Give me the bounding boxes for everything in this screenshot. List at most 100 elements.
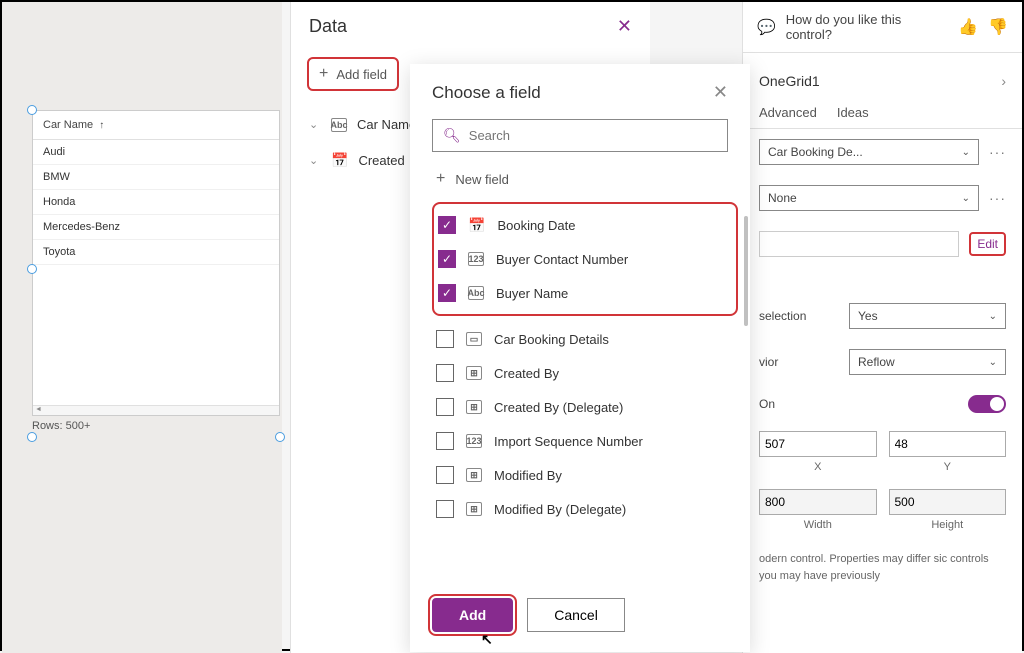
behavior-dropdown[interactable]: Reflow ⌄ (849, 349, 1006, 375)
views-value: None (768, 191, 797, 205)
selection-dropdown[interactable]: Yes ⌄ (849, 303, 1006, 329)
field-option[interactable]: ✓ 123 Buyer Contact Number (434, 242, 736, 276)
checkbox-unchecked[interactable] (436, 330, 454, 348)
width-input[interactable] (759, 489, 877, 515)
checkbox-checked[interactable]: ✓ (438, 250, 456, 268)
selection-handle[interactable] (275, 432, 285, 442)
grid-row[interactable]: BMW (33, 165, 279, 190)
column-name: Car Name (43, 119, 93, 131)
chevron-down-icon: ⌄ (962, 147, 970, 158)
control-name-header[interactable]: OneGrid1 › (743, 53, 1022, 97)
feedback-question: How do you like this control? (786, 12, 948, 42)
control-name: OneGrid1 (759, 73, 820, 89)
chevron-right-icon[interactable]: › (1001, 73, 1006, 89)
field-option[interactable]: ✓ Abc Buyer Name (434, 276, 736, 310)
add-field-label: Add field (336, 67, 387, 82)
close-icon[interactable]: ✕ (617, 16, 632, 37)
checked-fields-highlight: ✓ 📅 Booking Date ✓ 123 Buyer Contact Num… (432, 202, 738, 316)
x-label: X (759, 461, 877, 473)
text-type-icon: Abc (468, 286, 484, 300)
fields-input[interactable] (759, 231, 959, 257)
field-option[interactable]: ⊞ Created By (432, 356, 738, 390)
field-option-label: Modified By (494, 468, 562, 483)
field-option-label: Modified By (Delegate) (494, 502, 626, 517)
cancel-button[interactable]: Cancel (527, 598, 625, 632)
comment-icon: 💬 (757, 18, 776, 36)
thumbs-down-icon[interactable]: 👎 (988, 17, 1008, 37)
search-input[interactable] (469, 128, 717, 143)
add-button-label: Add (459, 607, 486, 623)
checkbox-unchecked[interactable] (436, 466, 454, 484)
lookup-type-icon: ⊞ (466, 400, 482, 414)
search-box[interactable]: 🔍︎ (432, 119, 728, 152)
field-option-label: Created By (494, 366, 559, 381)
views-dropdown[interactable]: None ⌄ (759, 185, 979, 211)
tab-advanced[interactable]: Advanced (759, 97, 817, 128)
field-option-label: Buyer Contact Number (496, 252, 628, 267)
checkbox-unchecked[interactable] (436, 364, 454, 382)
checkbox-checked[interactable]: ✓ (438, 216, 456, 234)
scrollbar-thumb[interactable] (744, 216, 748, 326)
grid-row[interactable]: Audi (33, 140, 279, 165)
chevron-down-icon: ⌄ (309, 154, 321, 167)
date-type-icon: 📅 (468, 217, 485, 234)
grid-control[interactable]: Car Name ↑ Audi BMW Honda Mercedes-Benz … (32, 110, 280, 416)
selection-handle[interactable] (27, 264, 37, 274)
more-icon[interactable]: ··· (989, 144, 1006, 160)
datasource-dropdown[interactable]: Car Booking De... ⌄ (759, 139, 979, 165)
field-option[interactable]: ⊞ Modified By (432, 458, 738, 492)
grid-hscroll[interactable] (33, 405, 279, 415)
flyout-title: Choose a field (432, 83, 541, 103)
chevron-down-icon: ⌄ (989, 357, 997, 368)
cursor-icon: ↖ (481, 631, 493, 648)
number-type-icon: 123 (468, 252, 484, 266)
new-field-label: New field (455, 172, 508, 187)
toggle-switch[interactable] (968, 395, 1006, 413)
tab-ideas[interactable]: Ideas (837, 97, 869, 128)
data-panel-title: Data (309, 16, 347, 37)
x-input[interactable] (759, 431, 877, 457)
lookup-type-icon: ⊞ (466, 468, 482, 482)
grid-row[interactable]: Mercedes-Benz (33, 215, 279, 240)
selection-value: Yes (858, 309, 878, 323)
checkbox-checked[interactable]: ✓ (438, 284, 456, 302)
field-option[interactable]: ✓ 📅 Booking Date (434, 208, 736, 242)
grid-column-header[interactable]: Car Name ↑ (33, 111, 279, 140)
behavior-value: Reflow (858, 355, 895, 369)
property-tabs: Advanced Ideas (743, 97, 1022, 129)
checkbox-unchecked[interactable] (436, 398, 454, 416)
grid-row[interactable]: Toyota (33, 240, 279, 265)
field-option-label: Import Sequence Number (494, 434, 643, 449)
grid-row[interactable]: Honda (33, 190, 279, 215)
field-option[interactable]: ▭ Car Booking Details (432, 322, 738, 356)
y-input[interactable] (889, 431, 1007, 457)
selection-handle[interactable] (27, 432, 37, 442)
selection-handle[interactable] (27, 105, 37, 115)
thumbs-up-icon[interactable]: 👍 (958, 17, 978, 37)
chevron-down-icon: ⌄ (989, 311, 997, 322)
field-label: Car Name (357, 117, 416, 132)
new-field-button[interactable]: + New field (410, 162, 750, 196)
checkbox-unchecked[interactable] (436, 432, 454, 450)
properties-panel: 💬 How do you like this control? 👍 👎 OneG… (742, 2, 1022, 653)
field-option[interactable]: 123 Import Sequence Number (432, 424, 738, 458)
field-list[interactable]: ✓ 📅 Booking Date ✓ 123 Buyer Contact Num… (410, 196, 750, 584)
field-option-label: Buyer Name (496, 286, 568, 301)
close-icon[interactable]: ✕ (713, 82, 728, 103)
chevron-down-icon: ⌄ (309, 118, 321, 131)
field-option[interactable]: ⊞ Created By (Delegate) (432, 390, 738, 424)
modern-control-note: odern control. Properties may differ sic… (743, 539, 1022, 596)
checkbox-unchecked[interactable] (436, 500, 454, 518)
field-option-label: Created By (Delegate) (494, 400, 623, 415)
choose-field-flyout: Choose a field ✕ 🔍︎ + New field ✓ 📅 Book… (410, 64, 750, 652)
field-option-label: Car Booking Details (494, 332, 609, 347)
width-label: Width (759, 519, 877, 531)
edit-fields-button[interactable]: Edit (969, 232, 1006, 256)
field-option[interactable]: ⊞ Modified By (Delegate) (432, 492, 738, 526)
more-icon[interactable]: ··· (989, 190, 1006, 206)
add-button[interactable]: Add ↖ (432, 598, 513, 632)
add-field-button[interactable]: + Add field (307, 57, 399, 91)
height-input[interactable] (889, 489, 1007, 515)
lookup-type-icon: ⊞ (466, 366, 482, 380)
rows-count-label: Rows: 500+ (32, 420, 90, 432)
